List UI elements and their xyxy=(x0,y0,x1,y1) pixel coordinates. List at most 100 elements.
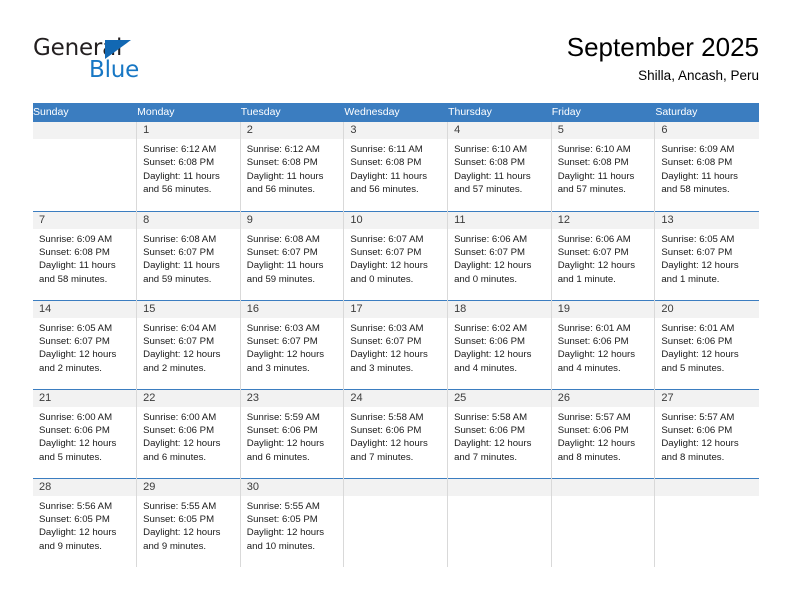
day-number: 8 xyxy=(137,211,240,229)
general-blue-logo: General Blue xyxy=(33,36,163,84)
day-detail-line: Sunset: 6:06 PM xyxy=(246,424,318,436)
calendar-day-cell[interactable]: 18 Sunrise: 6:02 AM Sunset: 6:06 PM Dayligh… xyxy=(447,299,552,389)
day-details: Sunrise: 6:00 AM Sunset: 6:06 PM Daylight:… xyxy=(33,407,136,465)
calendar-day-cell[interactable]: 20 Sunrise: 6:01 AM Sunset: 6:06 PM Dayligh… xyxy=(654,299,759,389)
day-detail-line: Daylight: 12 hours xyxy=(454,260,532,272)
day-number: 14 xyxy=(33,300,137,318)
day-number: 2 xyxy=(240,122,344,139)
calendar-day-cell[interactable]: 8 Sunrise: 6:08 AM Sunset: 6:07 PM Daylight… xyxy=(136,210,241,300)
calendar-day-cell[interactable]: 10 Sunrise: 6:07 AM Sunset: 6:07 PM Dayligh… xyxy=(343,210,449,300)
day-number: 3 xyxy=(344,122,448,139)
calendar-day-cell[interactable]: 25 Sunrise: 5:58 AM Sunset: 6:06 PM Dayligh… xyxy=(447,388,552,478)
calendar-day-cell[interactable]: 16 Sunrise: 6:03 AM Sunset: 6:07 PM Dayligh… xyxy=(240,299,345,389)
calendar-week-row: 28 Sunrise: 5:56 AM Sunset: 6:05 PM Dayligh… xyxy=(33,477,759,567)
calendar-day-cell-empty xyxy=(551,477,656,567)
day-detail-line: and 59 minutes. xyxy=(246,273,316,285)
day-details: Sunrise: 5:55 AM Sunset: 6:05 PM Daylight:… xyxy=(137,496,240,554)
calendar-table: Sunday Monday Tuesday Wednesday Thursday Frid… xyxy=(33,103,759,567)
day-detail-line: and 1 minute. xyxy=(557,273,616,285)
day-number: 7 xyxy=(33,211,137,229)
day-detail-line: Sunrise: 6:10 AM xyxy=(557,144,631,155)
day-details: Sunrise: 6:06 AM Sunset: 6:07 PM Daylight:… xyxy=(552,229,655,287)
day-detail-line: and 8 minutes. xyxy=(661,451,725,463)
day-detail-line: Sunset: 6:07 PM xyxy=(143,246,215,258)
calendar-day-cell[interactable]: 29 Sunrise: 5:55 AM Sunset: 6:05 PM Dayligh… xyxy=(136,477,241,567)
day-detail-line: and 5 minutes. xyxy=(39,451,102,463)
day-detail-line: Sunrise: 6:12 AM xyxy=(143,144,217,155)
calendar-day-cell[interactable]: 24 Sunrise: 5:58 AM Sunset: 6:06 PM Dayligh… xyxy=(343,388,449,478)
day-details: Sunrise: 6:01 AM Sunset: 6:06 PM Daylight:… xyxy=(655,318,758,376)
calendar-body: 1 Sunrise: 6:12 AM Sunset: 6:08 PM Daylight… xyxy=(33,122,759,567)
day-detail-line: and 9 minutes. xyxy=(143,540,207,552)
calendar-day-cell[interactable]: 15 Sunrise: 6:04 AM Sunset: 6:07 PM Dayligh… xyxy=(136,299,241,389)
calendar-day-cell[interactable]: 26 Sunrise: 5:57 AM Sunset: 6:06 PM Dayligh… xyxy=(551,388,656,478)
day-detail-line: and 7 minutes. xyxy=(454,451,517,463)
calendar-day-cell[interactable]: 7 Sunrise: 6:09 AM Sunset: 6:08 PM Daylight… xyxy=(33,210,138,300)
calendar-week-row: 1 Sunrise: 6:12 AM Sunset: 6:08 PM Daylight… xyxy=(33,122,759,211)
day-detail-line: Sunrise: 5:58 AM xyxy=(350,411,424,423)
day-detail-line: Sunrise: 6:09 AM xyxy=(661,144,735,155)
calendar-day-cell[interactable]: 14 Sunrise: 6:05 AM Sunset: 6:07 PM Dayligh… xyxy=(33,299,138,389)
calendar-day-cell[interactable]: 13 Sunrise: 6:05 AM Sunset: 6:07 PM Dayligh… xyxy=(654,210,759,300)
day-detail-line: Sunrise: 6:06 AM xyxy=(557,233,631,245)
day-number: 6 xyxy=(655,122,759,139)
calendar-day-cell[interactable]: 19 Sunrise: 6:01 AM Sunset: 6:06 PM Dayligh… xyxy=(551,299,656,389)
day-detail-line: and 57 minutes. xyxy=(454,184,523,196)
calendar-day-cell[interactable]: 1 Sunrise: 6:12 AM Sunset: 6:08 PM Daylight… xyxy=(136,122,241,211)
day-number: 5 xyxy=(551,122,655,139)
day-details: Sunrise: 5:59 AM Sunset: 6:06 PM Daylight:… xyxy=(241,407,344,465)
day-detail-line: Sunrise: 6:08 AM xyxy=(246,233,320,245)
calendar-day-cell[interactable]: 28 Sunrise: 5:56 AM Sunset: 6:05 PM Dayligh… xyxy=(33,477,138,567)
day-number: 11 xyxy=(448,211,551,229)
day-number xyxy=(33,122,137,139)
day-detail-line: Daylight: 12 hours xyxy=(246,349,325,361)
day-details: Sunrise: 5:58 AM Sunset: 6:06 PM Daylight:… xyxy=(344,407,447,465)
day-number: 27 xyxy=(655,389,759,407)
day-detail-line: Daylight: 12 hours xyxy=(454,438,532,450)
day-details: Sunrise: 6:07 AM Sunset: 6:07 PM Daylight:… xyxy=(344,229,447,287)
day-detail-line: Sunrise: 6:06 AM xyxy=(454,233,528,245)
day-details: Sunrise: 6:05 AM Sunset: 6:07 PM Daylight:… xyxy=(655,229,758,287)
calendar-day-cell[interactable]: 6 Sunrise: 6:09 AM Sunset: 6:08 PM Daylight… xyxy=(654,122,759,211)
calendar-day-cell[interactable]: 2 Sunrise: 6:12 AM Sunset: 6:08 PM Daylight… xyxy=(240,122,345,211)
day-detail-line: and 7 minutes. xyxy=(350,451,414,463)
day-detail-line: Sunrise: 6:00 AM xyxy=(143,411,217,423)
calendar-day-cell[interactable]: 22 Sunrise: 6:00 AM Sunset: 6:06 PM Dayligh… xyxy=(136,388,241,478)
calendar-day-cell[interactable]: 4 Sunrise: 6:10 AM Sunset: 6:08 PM Daylight… xyxy=(447,122,552,211)
day-detail-line: Sunset: 6:05 PM xyxy=(143,513,215,525)
day-detail-line: Daylight: 12 hours xyxy=(350,260,428,272)
day-details: Sunrise: 6:11 AM Sunset: 6:08 PM Daylight:… xyxy=(344,139,447,197)
day-detail-line: Sunrise: 5:56 AM xyxy=(39,500,113,512)
day-details: Sunrise: 5:57 AM Sunset: 6:06 PM Daylight:… xyxy=(552,407,655,465)
day-detail-line: Daylight: 11 hours xyxy=(454,170,531,182)
day-details: Sunrise: 6:04 AM Sunset: 6:07 PM Daylight:… xyxy=(137,318,240,376)
day-number xyxy=(344,478,448,496)
calendar-day-cell[interactable]: 9 Sunrise: 6:08 AM Sunset: 6:07 PM Daylight… xyxy=(240,210,345,300)
day-detail-line: and 8 minutes. xyxy=(557,451,621,463)
calendar-day-cell[interactable]: 12 Sunrise: 6:06 AM Sunset: 6:07 PM Dayligh… xyxy=(551,210,656,300)
day-detail-line: Sunset: 6:08 PM xyxy=(661,157,733,169)
calendar-day-cell[interactable]: 21 Sunrise: 6:00 AM Sunset: 6:06 PM Dayligh… xyxy=(33,388,138,478)
day-detail-line: and 4 minutes. xyxy=(557,362,621,374)
calendar-day-cell[interactable]: 11 Sunrise: 6:06 AM Sunset: 6:07 PM Dayligh… xyxy=(447,210,552,300)
day-details: Sunrise: 6:10 AM Sunset: 6:08 PM Daylight:… xyxy=(448,139,551,197)
day-number: 30 xyxy=(240,478,344,496)
day-detail-line: and 3 minutes. xyxy=(350,362,414,374)
day-details xyxy=(344,496,447,500)
day-detail-line: and 56 minutes. xyxy=(246,184,316,196)
calendar-day-cell[interactable]: 27 Sunrise: 5:57 AM Sunset: 6:06 PM Dayligh… xyxy=(654,388,759,478)
calendar-day-cell[interactable]: 5 Sunrise: 6:10 AM Sunset: 6:08 PM Daylight… xyxy=(551,122,656,211)
calendar-day-cell-empty xyxy=(654,477,759,567)
calendar-day-cell[interactable]: 23 Sunrise: 5:59 AM Sunset: 6:06 PM Dayligh… xyxy=(240,388,345,478)
day-detail-line: Sunset: 6:06 PM xyxy=(557,335,629,347)
calendar-day-cell[interactable]: 30 Sunrise: 5:55 AM Sunset: 6:05 PM Dayligh… xyxy=(240,477,345,567)
weekday-header-monday: Monday xyxy=(136,103,241,122)
calendar-day-cell[interactable]: 17 Sunrise: 6:03 AM Sunset: 6:07 PM Dayligh… xyxy=(343,299,449,389)
day-detail-line: Sunset: 6:07 PM xyxy=(143,335,215,347)
day-details xyxy=(655,496,758,500)
day-details: Sunrise: 5:56 AM Sunset: 6:05 PM Daylight:… xyxy=(33,496,136,554)
day-detail-line: Daylight: 11 hours xyxy=(350,170,428,182)
calendar-day-cell[interactable]: 3 Sunrise: 6:11 AM Sunset: 6:08 PM Daylight… xyxy=(343,122,449,211)
day-detail-line: Sunset: 6:08 PM xyxy=(246,157,318,169)
logo-text-blue: Blue xyxy=(89,57,140,83)
